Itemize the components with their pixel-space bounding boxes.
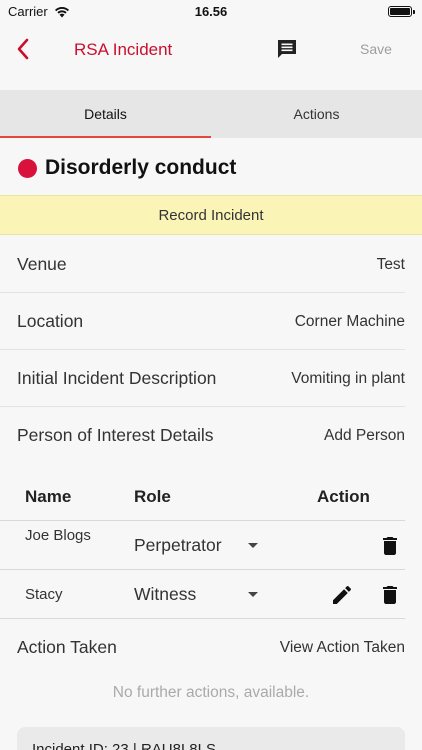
save-button[interactable]: Save xyxy=(360,41,392,57)
incident-header: Disorderly conduct xyxy=(18,156,236,180)
person-of-interest-row: Person of Interest Details Add Person xyxy=(0,407,422,464)
description-value: Vomiting in plant xyxy=(291,369,405,387)
chevron-left-icon xyxy=(17,38,29,60)
dropdown-caret-icon xyxy=(248,591,258,597)
incident-id-card: Incident ID: 23 | RAU8L8LS xyxy=(17,727,405,750)
details-content: Disorderly conduct Record Incident Venue… xyxy=(0,138,422,750)
delete-button[interactable] xyxy=(378,534,402,558)
role-value: Perpetrator xyxy=(134,534,222,555)
location-value: Corner Machine xyxy=(294,312,405,330)
column-header-role: Role xyxy=(134,487,171,506)
action-taken-row: Action Taken View Action Taken xyxy=(0,619,422,676)
trash-icon xyxy=(383,537,397,555)
battery-icon xyxy=(388,6,415,17)
role-dropdown[interactable]: Perpetrator xyxy=(134,533,258,557)
page-title: RSA Incident xyxy=(74,40,173,59)
people-table-header: Name Role Action xyxy=(0,475,422,521)
comments-button[interactable] xyxy=(275,37,299,61)
edit-button[interactable] xyxy=(330,583,354,607)
back-button[interactable] xyxy=(12,36,36,62)
venue-row: Venue Test xyxy=(0,236,422,293)
tab-bar: Details Actions xyxy=(0,90,422,138)
trash-icon xyxy=(383,586,397,604)
role-dropdown[interactable]: Witness xyxy=(134,582,258,606)
record-incident-button[interactable]: Record Incident xyxy=(0,195,422,235)
delete-button[interactable] xyxy=(378,583,402,607)
description-label: Initial Incident Description xyxy=(17,368,217,388)
view-action-taken-link[interactable]: View Action Taken xyxy=(280,639,405,657)
location-row: Location Corner Machine xyxy=(0,293,422,350)
incident-id-text: Incident ID: 23 | RAU8L8LS xyxy=(32,741,216,750)
table-row: Stacy Witness xyxy=(0,570,422,619)
description-row: Initial Incident Description Vomiting in… xyxy=(0,350,422,407)
column-header-name: Name xyxy=(25,487,72,506)
clock: 16.56 xyxy=(194,4,228,19)
tab-details[interactable]: Details xyxy=(0,90,211,138)
pencil-icon xyxy=(333,585,352,604)
incident-title: Disorderly conduct xyxy=(45,156,237,179)
role-value: Witness xyxy=(134,583,197,604)
navigation-bar: RSA Incident Save xyxy=(0,24,422,90)
venue-label: Venue xyxy=(17,254,67,274)
table-row: Joe Blogs Perpetrator xyxy=(0,521,422,570)
no-further-actions-text: No further actions, available. xyxy=(112,684,310,701)
venue-value: Test xyxy=(376,255,405,273)
status-bar: Carrier 16.56 xyxy=(0,0,422,24)
incident-status-dot xyxy=(18,158,37,178)
tab-actions[interactable]: Actions xyxy=(211,90,422,138)
person-of-interest-label: Person of Interest Details xyxy=(17,425,214,445)
person-name: Stacy xyxy=(25,586,63,603)
dropdown-caret-icon xyxy=(248,542,258,548)
add-person-link[interactable]: Add Person xyxy=(324,427,405,445)
comment-icon xyxy=(278,40,296,58)
person-name: Joe Blogs xyxy=(25,527,91,544)
action-taken-label: Action Taken xyxy=(17,637,117,657)
column-header-action: Action xyxy=(317,487,370,506)
location-label: Location xyxy=(17,311,84,331)
